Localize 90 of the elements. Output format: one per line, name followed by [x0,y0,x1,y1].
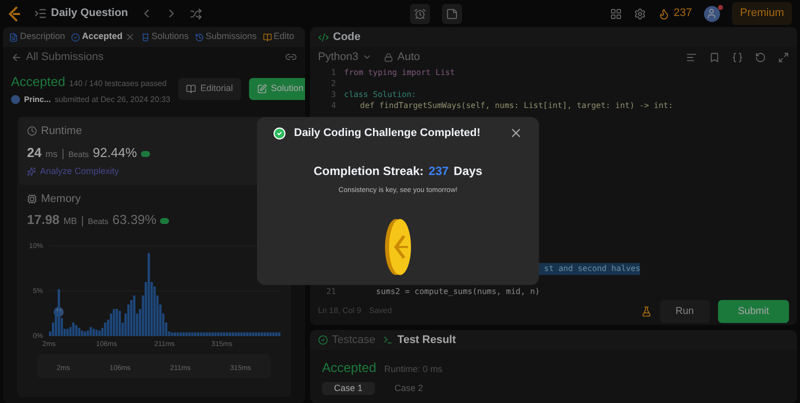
accepted-status: Accepted [11,73,66,92]
modal-title: Daily Coding Challenge Completed! [294,126,482,141]
panel-tab[interactable]: Submissions [192,30,259,44]
code-line: class Solution: [344,88,416,100]
close-icon[interactable] [124,32,135,42]
user-avatar-icon [11,95,20,104]
case-tab[interactable]: Case 2 [382,382,436,395]
metric-unit: MB [64,215,78,228]
panel-tab[interactable]: Accepted [69,30,137,44]
page-title[interactable]: Daily Question [51,5,128,22]
link-icon[interactable] [285,51,297,63]
line-number: 3 [331,88,336,100]
beats-label: Beats [88,216,108,228]
premium-button[interactable]: Premium [732,2,792,25]
submit-button[interactable]: Submit [718,300,789,322]
note-button[interactable] [442,4,462,24]
panel-tab[interactable]: Description [7,30,68,44]
solution-button[interactable]: Solution [248,78,305,100]
check-icon [273,126,286,140]
lock-icon [384,52,394,62]
line-number: 1 [331,66,336,78]
user-silhouette-icon [706,8,718,19]
metric-value: 24 [27,144,42,162]
streak-unit: Days [454,162,482,180]
format-icon[interactable] [686,52,697,62]
braces-icon[interactable] [732,52,743,62]
beats-label: Beats [68,148,89,160]
user-name[interactable]: Princ... [24,94,51,106]
settings-icon[interactable] [634,8,646,20]
metric-value: 17.98 [27,211,60,229]
language-dropdown[interactable]: Python3 [318,48,358,66]
streak-count: 237 [428,162,449,180]
code-line: def findTargetSumWays(self, nums: List[int], target: int) -> int: [359,100,674,112]
back-icon[interactable] [11,52,22,62]
code-line: sums2 = compute_sums(nums, mid, n) [375,286,540,298]
panel-tab[interactable]: Solutions [138,30,191,44]
metric-unit: ms [45,148,58,160]
reset-icon[interactable] [755,52,766,62]
separator: | [81,214,84,229]
line-number: 21 [326,286,336,298]
chip-icon [27,194,37,204]
beats-percentage: 92.44% [92,144,137,162]
metric-title: Runtime [41,124,82,139]
tab-icon [194,32,204,42]
runtime-text: Runtime: 0 ms [384,363,442,376]
sparkle-icon [27,167,36,176]
editorial-button[interactable]: Editorial [178,78,241,100]
result-status: Accepted [322,359,376,377]
analyze-complexity-link[interactable]: Analyze Complexity [40,165,120,178]
metric-title: Memory [41,192,81,206]
code-icon [318,32,329,42]
tab-icon [71,32,80,42]
panel-tab[interactable]: Edito [260,30,296,44]
clock-icon [27,126,37,136]
check-circle-icon [318,335,328,345]
streak-count[interactable]: 237 [674,5,692,22]
auto-mode[interactable]: Auto [397,48,420,66]
edit-icon [256,84,267,94]
back-link[interactable]: All Submissions [26,48,104,66]
streak-label: Completion Streak: [314,162,424,180]
line-number: 4 [331,100,336,112]
tab-icon [262,32,272,42]
panel-tab[interactable]: Test Result [383,332,456,348]
testcases-text: 140 / 140 testcases passed [69,78,167,90]
book-icon [186,84,196,94]
line-number: 2 [331,78,336,90]
tab-icon [9,32,18,42]
panel-title: Code [333,30,360,45]
terminal-icon [383,335,394,345]
alarm-clock-icon [414,8,426,20]
grid-icon[interactable] [610,8,622,20]
case-tab[interactable]: Case 1 [322,382,375,395]
note-icon [446,8,458,20]
beats-percentage: 63.39% [112,211,156,229]
metric-card[interactable]: Memory 17.98 MB | Beats 63.39% [19,184,289,236]
logo-icon[interactable] [8,6,22,22]
list-icon[interactable] [34,7,47,20]
alarm-button[interactable] [410,4,430,24]
expand-icon[interactable] [778,52,789,62]
code-line: from typing import List [344,66,455,78]
bookmark-icon[interactable] [709,52,720,62]
shuffle-icon[interactable] [190,8,202,20]
submitted-text: submitted at Dec 26, 2024 20:33 [54,94,170,106]
separator: | [61,146,64,162]
avatar[interactable] [704,6,720,22]
flame-icon[interactable] [658,8,670,20]
debug-icon[interactable] [640,306,652,316]
run-button[interactable]: Run [660,300,710,322]
tab-icon [140,32,150,42]
coin-drawing [384,218,412,276]
